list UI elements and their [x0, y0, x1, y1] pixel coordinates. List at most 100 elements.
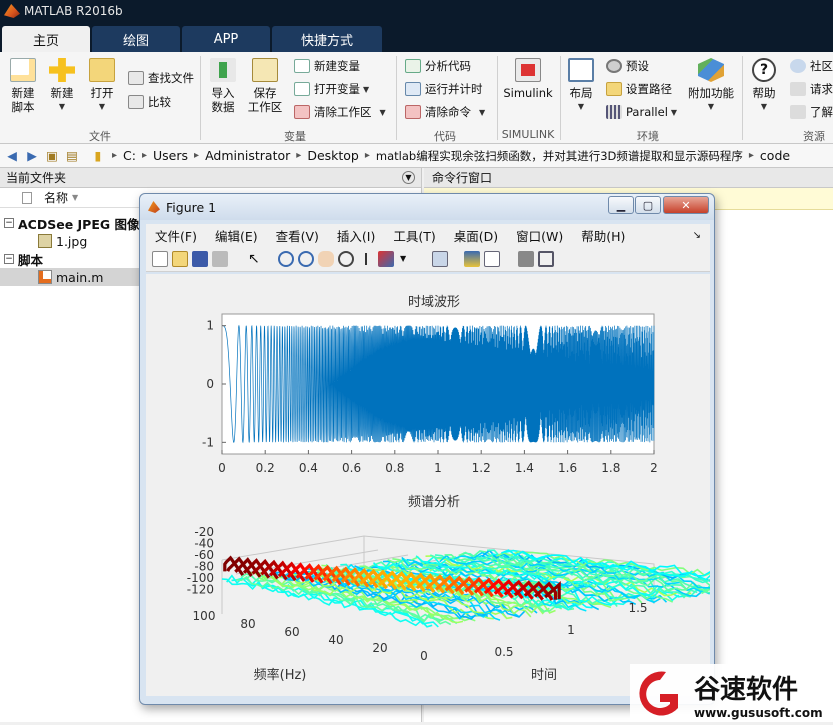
- menu-view[interactable]: 查看(V): [276, 226, 319, 245]
- analyze-code-button[interactable]: 分析代码: [405, 56, 471, 76]
- back-arrow-icon[interactable]: ◀: [4, 148, 20, 163]
- menu-desktop[interactable]: 桌面(D): [454, 226, 498, 245]
- x-tick-label: 1.4: [515, 461, 534, 475]
- matlab-logo-icon: [148, 201, 160, 213]
- clear-commands-button[interactable]: 清除命令 ▼: [405, 102, 485, 122]
- help-button[interactable]: ? 帮助 ▼: [746, 58, 782, 114]
- link-plot-icon[interactable]: [432, 251, 448, 267]
- tab-shortcuts[interactable]: 快捷方式: [272, 26, 382, 52]
- hide-plot-tools-icon[interactable]: [518, 251, 534, 267]
- select-arrow-icon[interactable]: ↖: [248, 251, 264, 267]
- open-button[interactable]: 打开 ▼: [86, 58, 118, 114]
- x-tick-label: 1.6: [558, 461, 577, 475]
- set-path-button[interactable]: 设置路径: [606, 79, 672, 99]
- new-button[interactable]: 新建 ▼: [46, 58, 78, 114]
- panel-title: 当前文件夹: [6, 171, 67, 185]
- breadcrumb-item[interactable]: Users: [153, 148, 188, 163]
- import-data-button[interactable]: 导入 数据: [206, 58, 240, 114]
- find-files-button[interactable]: 查找文件: [128, 68, 194, 88]
- freq-tick-label: 40: [328, 633, 343, 647]
- breadcrumb-item[interactable]: Desktop: [307, 148, 359, 163]
- brush-dropdown-icon[interactable]: ▼: [400, 251, 408, 267]
- save-workspace-button[interactable]: 保存 工作区: [246, 58, 284, 114]
- z-tick-label: -120: [187, 583, 214, 597]
- simulink-button[interactable]: Simulink: [502, 58, 554, 100]
- menu-file[interactable]: 文件(F): [155, 226, 197, 245]
- freq-tick-label: 80: [240, 617, 255, 631]
- request-support-button[interactable]: 请求: [790, 79, 833, 99]
- data-cursor-icon[interactable]: [358, 251, 374, 267]
- breadcrumb-item[interactable]: code: [760, 148, 790, 163]
- collapse-icon[interactable]: −: [4, 254, 14, 264]
- panel-menu-icon[interactable]: ▼: [402, 171, 415, 184]
- file-type-icon: [22, 191, 32, 204]
- new-variable-button[interactable]: 新建变量: [294, 56, 360, 76]
- folder-icon: ▮: [94, 148, 102, 163]
- community-icon: [790, 59, 806, 73]
- spectrum-xlabel: 频率(Hz): [254, 667, 307, 683]
- file-item[interactable]: 1.jpg: [38, 232, 87, 250]
- watermark-brand: 谷速软件: [694, 675, 798, 705]
- compare-button[interactable]: 比较: [128, 92, 171, 112]
- y-tick-label: 0: [206, 377, 214, 391]
- rotate-3d-icon[interactable]: [338, 251, 354, 267]
- breadcrumb-item[interactable]: Administrator: [205, 148, 290, 163]
- figure-plots: 时域波形 0 0.2 0.4 0.6 0.8 1 1.2 1.4 1.6 1.8 2 1 0 -1 频谱分…: [187, 295, 791, 683]
- community-button[interactable]: 社区: [790, 56, 833, 76]
- menu-tools[interactable]: 工具(T): [393, 226, 435, 245]
- zoom-in-icon[interactable]: [278, 251, 294, 267]
- new-variable-icon: [294, 59, 310, 73]
- layout-icon: [568, 58, 594, 82]
- dock-arrow-icon[interactable]: ↘: [693, 230, 701, 241]
- breadcrumb-item[interactable]: C:: [123, 148, 136, 163]
- menu-insert[interactable]: 插入(I): [337, 226, 375, 245]
- run-and-time-button[interactable]: 运行并计时: [405, 79, 483, 99]
- zoom-out-icon[interactable]: [298, 251, 314, 267]
- learn-button[interactable]: 了解: [790, 102, 833, 122]
- browse-folder-icon[interactable]: ▤: [64, 148, 80, 163]
- group-label-file: 文件: [89, 130, 111, 143]
- help-question-icon: ?: [752, 58, 776, 82]
- minimize-button[interactable]: ▁: [608, 196, 634, 214]
- clear-workspace-button[interactable]: 清除工作区 ▼: [294, 102, 386, 122]
- analyze-code-icon: [405, 59, 421, 73]
- collapse-icon[interactable]: −: [4, 218, 14, 228]
- colorbar-icon[interactable]: [464, 251, 480, 267]
- menu-help[interactable]: 帮助(H): [581, 226, 625, 245]
- brush-icon[interactable]: [378, 251, 394, 267]
- watermark-url: www.gususoft.com: [694, 706, 823, 720]
- gusu-logo: 谷速软件 www.gususoft.com: [639, 671, 823, 720]
- group-label-variable: 变量: [284, 130, 306, 143]
- show-plot-tools-icon[interactable]: [538, 251, 554, 267]
- new-figure-icon[interactable]: [152, 251, 168, 267]
- group-label-code: 代码: [434, 130, 456, 143]
- open-variable-button[interactable]: 打开变量 ▼: [294, 79, 369, 99]
- compare-icon: [128, 95, 144, 109]
- close-button[interactable]: ✕: [663, 196, 709, 214]
- tab-apps[interactable]: APP: [182, 26, 270, 52]
- forward-arrow-icon[interactable]: ▶: [24, 148, 40, 163]
- figure-title: Figure 1: [166, 199, 217, 215]
- up-folder-icon[interactable]: ▣: [44, 148, 60, 163]
- new-script-icon: [10, 58, 36, 82]
- tree-group-scripts[interactable]: − 脚本: [4, 250, 43, 268]
- addons-button[interactable]: 附加功能 ▼: [686, 58, 736, 114]
- preferences-button[interactable]: 预设: [606, 56, 649, 76]
- pan-hand-icon[interactable]: [318, 251, 334, 267]
- tree-group-jpeg[interactable]: − ACDSee JPEG 图像: [4, 214, 140, 232]
- breadcrumb-item[interactable]: matlab编程实现余弦扫频函数，并对其进行3D频谱提取和显示源码程序: [376, 148, 743, 164]
- maximize-button[interactable]: ▢: [635, 196, 661, 214]
- new-script-button[interactable]: 新建 脚本: [6, 58, 40, 114]
- layout-button[interactable]: 布局 ▼: [566, 58, 596, 114]
- open-file-icon[interactable]: [172, 251, 188, 267]
- tab-plots[interactable]: 绘图: [92, 26, 180, 52]
- legend-icon[interactable]: [484, 251, 500, 267]
- tab-home[interactable]: 主页: [2, 26, 90, 52]
- jpg-file-icon: [38, 234, 52, 248]
- menu-edit[interactable]: 编辑(E): [215, 226, 258, 245]
- menu-window[interactable]: 窗口(W): [516, 226, 563, 245]
- save-icon[interactable]: [192, 251, 208, 267]
- print-icon[interactable]: [212, 251, 228, 267]
- parallel-button[interactable]: Parallel ▼: [606, 102, 677, 122]
- title-bar: MATLAB R2016b: [0, 0, 833, 22]
